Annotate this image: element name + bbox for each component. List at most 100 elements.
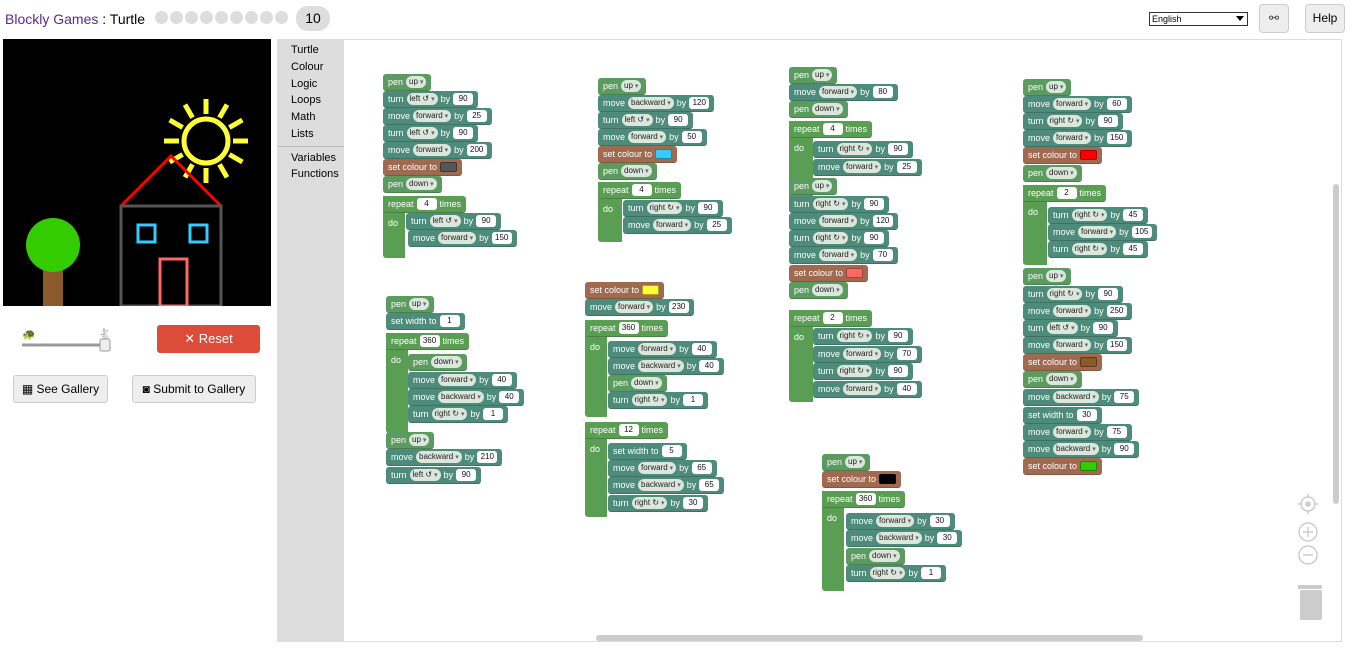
number-input[interactable]: 360 (855, 493, 876, 505)
zoom-in-icon[interactable] (1298, 522, 1318, 542)
pen-block[interactable]: pen up (822, 454, 871, 471)
block-dropdown[interactable]: forward (615, 301, 654, 313)
block-dropdown[interactable]: down (621, 165, 652, 177)
block-dropdown[interactable]: up (621, 80, 642, 92)
block-dropdown[interactable]: left ↺ (429, 215, 461, 227)
block-dropdown[interactable]: forward (876, 515, 915, 527)
pen-block[interactable]: pen down (789, 101, 848, 118)
language-select[interactable]: English (1149, 12, 1248, 26)
turtle-block[interactable]: movebackwardby210 (386, 449, 503, 466)
block-dropdown[interactable]: right ↻ (836, 330, 873, 342)
number-input[interactable]: 150 (1106, 132, 1127, 144)
number-input[interactable]: 90 (453, 93, 474, 105)
turtle-block[interactable]: moveforwardby150 (408, 230, 517, 247)
number-input[interactable]: 1 (483, 408, 503, 420)
set-colour-block[interactable]: set colour to (383, 159, 463, 176)
turtle-block[interactable]: turnright ↻by90 (1023, 286, 1123, 303)
number-input[interactable]: 80 (872, 86, 893, 98)
number-input[interactable]: 1 (921, 567, 941, 579)
block-dropdown[interactable]: right ↻ (836, 143, 873, 155)
number-input[interactable]: 65 (699, 479, 720, 491)
turtle-block[interactable]: turnright ↻by90 (813, 141, 913, 158)
blockly-workspace[interactable]: dododododododododopenupturnleft ↺by90mov… (277, 39, 1342, 642)
block-dropdown[interactable]: right ↻ (1046, 115, 1083, 127)
toolbox-item-turtle[interactable]: Turtle (291, 44, 319, 56)
block-dropdown[interactable]: down (1046, 167, 1077, 179)
pen-block[interactable]: pen up (386, 296, 435, 313)
repeat-block[interactable]: repeat 2 times (1023, 185, 1107, 202)
toolbox-item-logic[interactable]: Logic (291, 78, 317, 90)
number-input[interactable]: 230 (668, 301, 689, 313)
toolbox-item-loops[interactable]: Loops (291, 94, 321, 106)
turtle-block[interactable]: turnleft ↺by90 (598, 112, 694, 129)
pen-block[interactable]: pen up (598, 78, 647, 95)
turtle-block[interactable]: moveforwardby60 (1023, 96, 1132, 113)
level-dot[interactable] (215, 11, 228, 24)
turtle-block[interactable]: moveforwardby40 (408, 372, 517, 389)
number-input[interactable]: 70 (896, 348, 917, 360)
block-dropdown[interactable]: right ↻ (631, 394, 668, 406)
number-input[interactable]: 120 (689, 97, 710, 109)
turtle-block[interactable]: moveforwardby250 (1023, 303, 1132, 320)
block-dropdown[interactable]: up (409, 298, 430, 310)
turtle-block[interactable]: moveforwardby30 (846, 513, 955, 530)
pen-block[interactable]: pen down (1023, 371, 1082, 388)
set-colour-block[interactable]: set colour to (789, 265, 869, 282)
level-dot[interactable] (200, 11, 213, 24)
block-dropdown[interactable]: right ↻ (646, 202, 683, 214)
pen-block[interactable]: pen up (789, 178, 838, 195)
turtle-block[interactable]: turnright ↻by45 (1048, 241, 1148, 258)
block-dropdown[interactable]: right ↻ (812, 198, 849, 210)
turtle-block[interactable]: turnleft ↺by90 (386, 467, 482, 484)
number-input[interactable]: 45 (1123, 243, 1143, 255)
colour-swatch[interactable] (1080, 150, 1098, 160)
turtle-block[interactable]: moveforwardby50 (598, 129, 707, 146)
block-dropdown[interactable]: right ↻ (631, 497, 668, 509)
block-dropdown[interactable]: forward (638, 462, 677, 474)
vertical-scrollbar[interactable] (1333, 184, 1339, 504)
toolbox-item-math[interactable]: Math (291, 111, 315, 123)
number-input[interactable]: 2 (1056, 187, 1077, 199)
turtle-block[interactable]: turnleft ↺by90 (406, 213, 502, 230)
turtle-block[interactable]: turnright ↻by1 (408, 406, 508, 423)
turtle-block[interactable]: turnleft ↺by90 (1023, 320, 1119, 337)
recenter-icon[interactable] (1298, 494, 1318, 514)
pen-block[interactable]: pen down (789, 282, 848, 299)
block-dropdown[interactable]: right ↻ (836, 365, 873, 377)
block-dropdown[interactable]: forward (413, 144, 452, 156)
level-dot[interactable] (170, 11, 183, 24)
set-colour-block[interactable]: set colour to (598, 146, 678, 163)
number-input[interactable]: 90 (888, 365, 908, 377)
turtle-block[interactable]: movebackwardby75 (1023, 389, 1140, 406)
number-input[interactable]: 4 (822, 123, 843, 135)
block-dropdown[interactable]: forward (628, 131, 667, 143)
reset-button[interactable]: ✕ Reset (157, 325, 260, 353)
help-button[interactable]: Help (1305, 4, 1345, 33)
level-dot[interactable] (155, 11, 168, 24)
app-name-link[interactable]: Blockly Games (5, 11, 98, 27)
block-dropdown[interactable]: forward (1053, 339, 1092, 351)
number-input[interactable]: 150 (491, 232, 512, 244)
number-input[interactable]: 90 (698, 202, 718, 214)
set-colour-block[interactable]: set colour to (1023, 354, 1103, 371)
block-dropdown[interactable]: down (631, 377, 662, 389)
number-input[interactable]: 30 (937, 532, 958, 544)
number-input[interactable]: 4 (631, 184, 652, 196)
colour-swatch[interactable] (846, 268, 864, 278)
number-input[interactable]: 2 (822, 312, 843, 324)
turtle-block[interactable]: movebackwardby40 (408, 389, 525, 406)
turtle-block[interactable]: turnright ↻by1 (846, 565, 946, 582)
set-colour-block[interactable]: set colour to (1023, 458, 1103, 475)
turtle-block[interactable]: turnright ↻by90 (623, 200, 723, 217)
level-dot[interactable] (230, 11, 243, 24)
pen-block[interactable]: pen up (386, 432, 435, 449)
number-input[interactable]: 4 (416, 198, 437, 210)
number-input[interactable]: 50 (681, 131, 702, 143)
pen-block[interactable]: pen down (383, 176, 442, 193)
level-dot[interactable] (275, 11, 288, 24)
block-dropdown[interactable]: forward (843, 383, 882, 395)
pen-block[interactable]: pen down (598, 163, 657, 180)
number-input[interactable]: 90 (1114, 443, 1135, 455)
number-input[interactable]: 90 (668, 114, 689, 126)
turtle-block[interactable]: set width to 1 (386, 313, 465, 330)
